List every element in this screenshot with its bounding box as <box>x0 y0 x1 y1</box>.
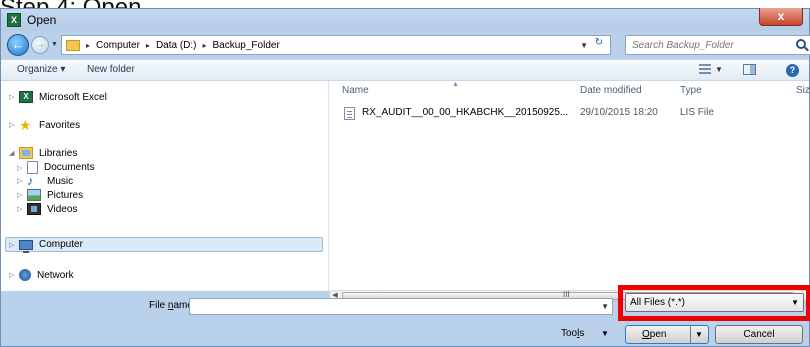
content-area: ▷ X Microsoft Excel ▷ ★ Favorites ◢ Libr… <box>1 81 810 291</box>
expand-arrow-icon[interactable]: ▷ <box>17 177 27 185</box>
file-name-field[interactable]: ▼ <box>189 298 613 315</box>
breadcrumb-data-drive[interactable]: Data (D:) <box>156 40 197 51</box>
computer-icon <box>19 239 33 253</box>
expand-arrow-icon[interactable]: ▷ <box>9 241 19 249</box>
expand-arrow-icon[interactable]: ▷ <box>9 271 19 279</box>
sidebar-item-label: Videos <box>47 203 78 215</box>
address-history-dropdown-icon[interactable]: ▼ <box>580 41 588 50</box>
file-type: LIS File <box>680 107 714 118</box>
help-icon[interactable]: ? <box>786 64 799 77</box>
file-date-modified: 29/10/2015 18:20 <box>580 107 658 118</box>
expand-arrow-icon[interactable]: ▷ <box>9 121 19 129</box>
sidebar-item-label: Documents <box>44 162 95 173</box>
chevron-down-icon[interactable]: ▼ <box>695 330 703 339</box>
change-view-icon[interactable] <box>699 64 711 76</box>
split-divider <box>690 326 691 343</box>
sidebar-item-label: Favorites <box>39 119 81 131</box>
sidebar-item-libraries[interactable]: ◢ Libraries <box>9 147 77 159</box>
folder-icon <box>66 39 80 51</box>
new-folder-button[interactable]: New folder <box>87 64 135 75</box>
column-header-size[interactable]: Siz <box>796 85 810 96</box>
column-header-name[interactable]: Name <box>342 85 369 96</box>
pictures-icon <box>27 189 41 201</box>
sidebar-item-music[interactable]: ▷ ♪ Music <box>17 173 74 188</box>
sidebar-item-label: Music <box>47 175 74 187</box>
chevron-down-icon[interactable]: ▼ <box>601 302 609 311</box>
breadcrumb-backup-folder[interactable]: Backup_Folder <box>213 40 280 51</box>
sidebar-item-label: Network <box>37 269 74 281</box>
dialog-footer: File name: ▼ All Files (*.*) ▼ Tools ▼ O… <box>1 285 810 347</box>
music-icon: ♪ <box>27 173 34 188</box>
expand-arrow-icon[interactable]: ▷ <box>17 164 27 172</box>
sidebar-item-label: Microsoft Excel <box>39 91 107 103</box>
sidebar-item-network[interactable]: ▷ Network <box>9 269 74 281</box>
videos-icon <box>27 203 41 215</box>
recent-locations-icon[interactable]: ▼ <box>51 41 58 48</box>
open-button-label: Open <box>642 329 667 340</box>
sidebar-item-videos[interactable]: ▷ Videos <box>17 203 77 215</box>
file-name[interactable]: RX_AUDIT__00_00_HKABCHK__20150925... <box>362 107 568 118</box>
back-button[interactable]: ← <box>7 34 29 56</box>
table-row[interactable]: RX_AUDIT__00_00_HKABCHK__20150925... 29/… <box>344 105 804 121</box>
expand-arrow-icon[interactable]: ▷ <box>17 205 27 213</box>
sidebar-item-computer[interactable]: ▷ Computer <box>9 239 83 253</box>
red-highlight-box <box>618 285 810 321</box>
address-bar-row: ← → ▼ ▸ Computer ▸ Data (D:) ▸ Backup_Fo… <box>1 31 810 59</box>
tools-button[interactable]: Tools <box>561 328 584 339</box>
libraries-icon <box>19 147 33 159</box>
preview-pane-icon[interactable] <box>743 64 756 75</box>
sort-ascending-icon: ▲ <box>452 81 459 88</box>
refresh-icon[interactable]: ↻ <box>590 37 608 53</box>
file-icon <box>344 107 355 120</box>
open-dialog: X Open x ← → ▼ ▸ Computer ▸ Data (D:) ▸ … <box>0 8 810 347</box>
cancel-button[interactable]: Cancel <box>715 325 803 344</box>
chevron-down-icon[interactable]: ▼ <box>601 329 609 338</box>
sidebar-item-label: Computer <box>39 239 83 250</box>
address-bar[interactable]: ▸ Computer ▸ Data (D:) ▸ Backup_Folder ▼… <box>61 35 611 55</box>
close-button[interactable]: x <box>759 8 803 26</box>
window-title: Open <box>27 13 57 27</box>
collapse-arrow-icon[interactable]: ◢ <box>9 149 19 157</box>
sidebar-item-label: Pictures <box>47 189 84 201</box>
title-bar: X Open x <box>1 8 809 31</box>
chevron-right-icon[interactable]: ▸ <box>86 41 90 50</box>
forward-button[interactable]: → <box>31 36 49 54</box>
network-icon <box>19 269 31 281</box>
navigation-pane: ▷ X Microsoft Excel ▷ ★ Favorites ◢ Libr… <box>1 81 329 291</box>
chevron-down-icon[interactable]: ▼ <box>715 65 723 74</box>
search-box <box>625 35 810 55</box>
chevron-right-icon[interactable]: ▸ <box>146 41 150 50</box>
sidebar-item-microsoft-excel[interactable]: ▷ X Microsoft Excel <box>9 91 107 103</box>
sidebar-item-label: Libraries <box>39 147 78 159</box>
file-list: Name ▲ Date modified Type Siz RX_AUDIT__… <box>330 81 810 291</box>
search-input[interactable] <box>626 36 794 54</box>
chevron-right-icon[interactable]: ▸ <box>203 41 207 50</box>
column-header-date-modified[interactable]: Date modified <box>580 85 642 96</box>
search-icon[interactable] <box>796 39 806 49</box>
expand-arrow-icon[interactable]: ▷ <box>17 191 27 199</box>
excel-icon: X <box>19 91 33 103</box>
excel-icon: X <box>7 13 21 27</box>
expand-arrow-icon[interactable]: ▷ <box>9 93 19 101</box>
sidebar-item-pictures[interactable]: ▷ Pictures <box>17 189 83 201</box>
star-icon: ★ <box>19 117 32 133</box>
sidebar-item-favorites[interactable]: ▷ ★ Favorites <box>9 117 81 133</box>
breadcrumb-computer[interactable]: Computer <box>96 40 140 51</box>
open-button[interactable]: Open ▼ <box>625 325 709 344</box>
organize-button[interactable]: Organize ▾ <box>17 64 65 75</box>
column-header-type[interactable]: Type <box>680 85 702 96</box>
command-bar: Organize ▾ New folder ▼ ? <box>1 59 809 81</box>
